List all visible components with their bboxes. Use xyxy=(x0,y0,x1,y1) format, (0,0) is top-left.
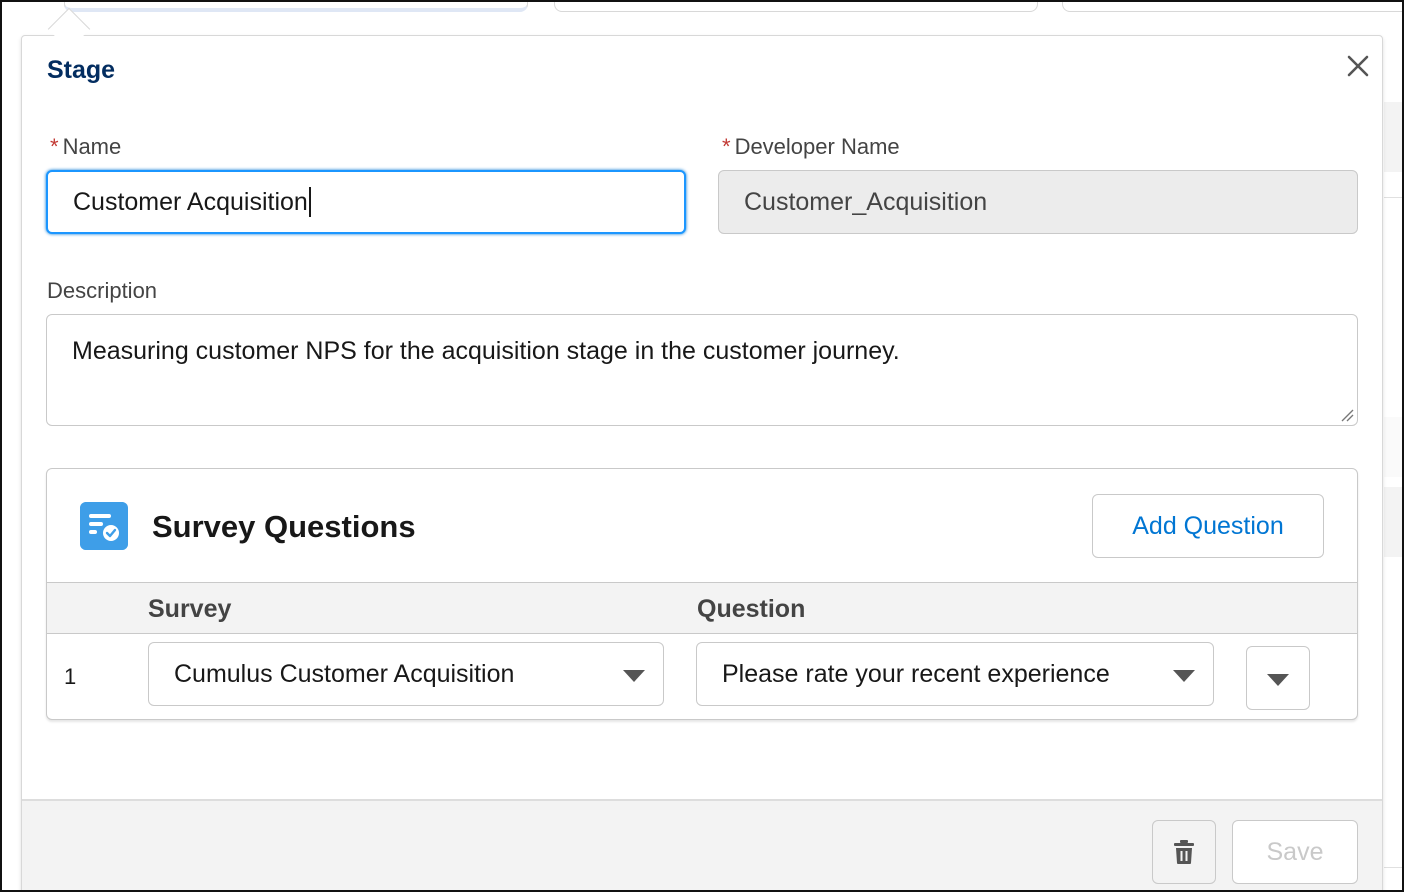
popover-footer: Save xyxy=(22,799,1382,890)
background-panel xyxy=(1384,102,1402,172)
background-tab xyxy=(554,2,1038,12)
survey-select[interactable]: Cumulus Customer Acquisition xyxy=(148,642,664,706)
survey-questions-card: Survey Questions Add Question Survey Que… xyxy=(46,468,1358,720)
close-icon[interactable] xyxy=(1342,50,1374,82)
required-marker: * xyxy=(722,134,731,159)
table-header: Survey Question xyxy=(47,582,1357,634)
question-select-value: Please rate your recent experience xyxy=(722,659,1110,688)
stage-popover xyxy=(21,35,1383,890)
survey-icon xyxy=(80,502,128,550)
description-value: Measuring customer NPS for the acquisiti… xyxy=(72,337,900,365)
required-marker: * xyxy=(50,134,59,159)
background-tab xyxy=(1062,2,1402,12)
delete-button[interactable] xyxy=(1152,820,1216,884)
description-label: Description xyxy=(47,278,158,303)
resize-grip-icon[interactable] xyxy=(1340,408,1354,422)
survey-select-value: Cumulus Customer Acquisition xyxy=(174,659,515,688)
background-panel xyxy=(1384,487,1402,557)
text-caret xyxy=(308,187,311,217)
developer-name-label: * Developer Name xyxy=(722,134,900,159)
name-input-value: Customer Acquisition xyxy=(73,187,308,216)
save-button[interactable]: Save xyxy=(1232,820,1358,884)
chevron-down-icon xyxy=(623,670,645,682)
name-input[interactable]: Customer Acquisition xyxy=(46,170,686,234)
row-number: 1 xyxy=(64,664,77,689)
chevron-down-icon xyxy=(1267,674,1289,686)
background-tab xyxy=(64,2,528,12)
name-label: * Name xyxy=(50,134,122,159)
screenshot-frame: Stage * Name Customer Acquisition * Develo… xyxy=(0,0,1404,892)
column-header-question: Question xyxy=(697,595,806,623)
background-panel xyxy=(1384,417,1402,477)
popover-title: Stage xyxy=(47,56,116,84)
trash-icon xyxy=(1174,840,1194,864)
column-header-survey: Survey xyxy=(148,595,232,623)
survey-questions-title: Survey Questions xyxy=(152,509,416,544)
background-divider xyxy=(1384,197,1402,198)
developer-name-value: Customer_Acquisition xyxy=(744,187,988,216)
add-question-button[interactable]: Add Question xyxy=(1092,494,1324,558)
row-actions-menu-button[interactable] xyxy=(1246,646,1310,710)
background-divider xyxy=(1384,867,1402,868)
developer-name-field: Customer_Acquisition xyxy=(718,170,1358,234)
description-textarea[interactable]: Measuring customer NPS for the acquisiti… xyxy=(46,314,1358,426)
question-select[interactable]: Please rate your recent experience xyxy=(696,642,1214,706)
chevron-down-icon xyxy=(1173,670,1195,682)
